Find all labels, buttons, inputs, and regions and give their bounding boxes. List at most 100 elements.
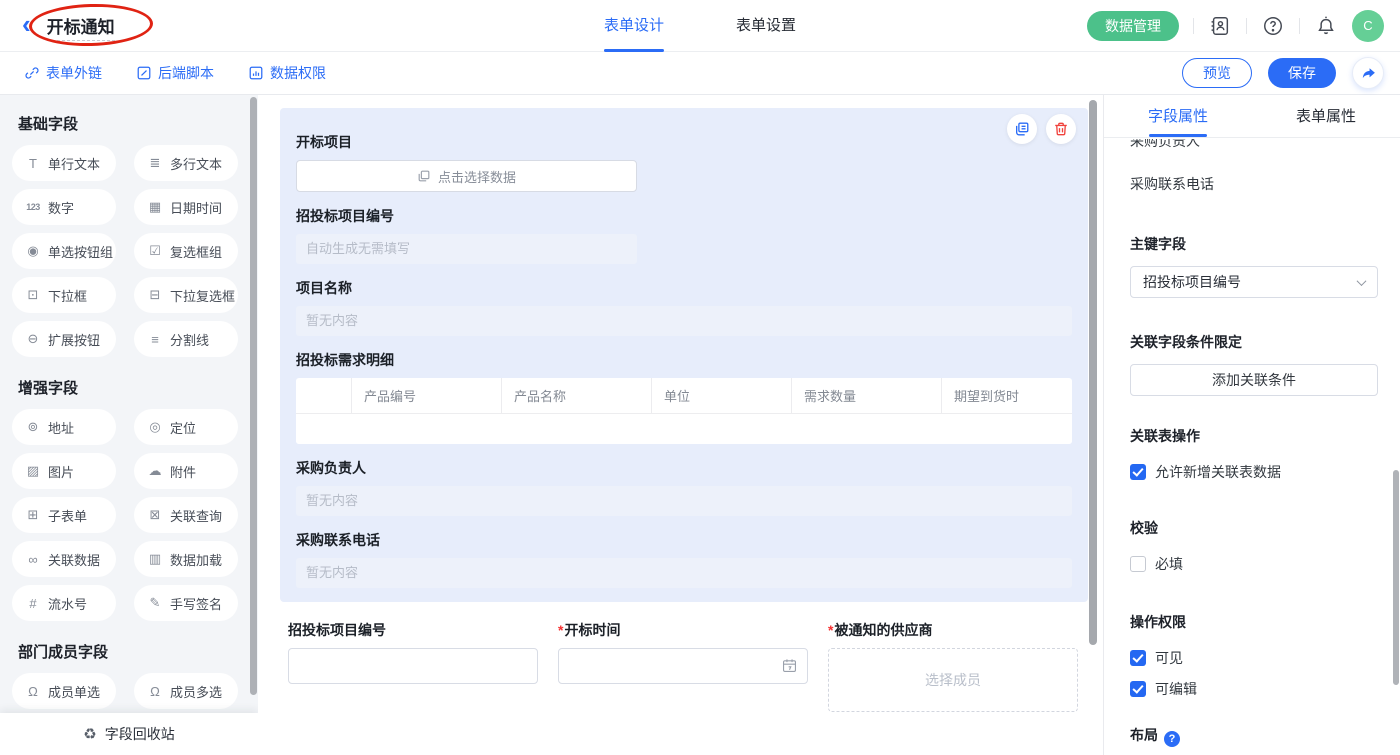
checkbox-checked-icon[interactable] <box>1130 650 1146 666</box>
field-multi-line-text[interactable]: ≣多行文本 <box>134 145 238 181</box>
checkbox-checked-icon[interactable] <box>1130 464 1146 480</box>
field-divider[interactable]: ≡分割线 <box>134 321 238 357</box>
tab-form-settings[interactable]: 表单设置 <box>736 0 796 52</box>
tab-field-properties[interactable]: 字段属性 <box>1104 95 1252 137</box>
field-input-project-name[interactable]: 暂无内容 <box>296 306 1072 336</box>
signature-pen-icon: ✎ <box>147 595 163 611</box>
editable-checkbox[interactable]: 可编辑 <box>1130 679 1378 699</box>
table-header-cell: 产品名称 <box>502 378 652 413</box>
field-attachment[interactable]: ☁附件 <box>134 453 238 489</box>
tab-form-properties[interactable]: 表单属性 <box>1252 95 1400 137</box>
field-input-project-code[interactable]: 自动生成无需填写 <box>296 234 637 264</box>
checkbox-unchecked-icon[interactable] <box>1130 556 1146 572</box>
preview-button[interactable]: 预览 <box>1182 58 1252 88</box>
calendar-icon <box>781 657 798 674</box>
visible-checkbox[interactable]: 可见 <box>1130 648 1378 668</box>
external-link-button[interactable]: 表单外链 <box>24 63 102 83</box>
field-label: 采购负责人 <box>296 458 1072 478</box>
field-list-item[interactable]: 采购联系电话 <box>1130 174 1378 194</box>
script-icon <box>136 65 152 81</box>
field-datetime[interactable]: ▦日期时间 <box>134 189 238 225</box>
extend-button-icon: ⊖ <box>25 331 41 347</box>
field-single-line-text[interactable]: T单行文本 <box>12 145 116 181</box>
recycle-icon: ♻ <box>83 725 96 743</box>
help-icon[interactable] <box>1261 14 1285 38</box>
field-number[interactable]: 123数字 <box>12 189 116 225</box>
table-header-cell: 需求数量 <box>792 378 942 413</box>
trash-icon <box>1053 121 1069 137</box>
field-member-single[interactable]: Ω成员单选 <box>12 673 116 709</box>
field-multi-select[interactable]: ⊟下拉复选框 <box>134 277 238 313</box>
field-checkbox-group[interactable]: ☑复选框组 <box>134 233 238 269</box>
field-signature[interactable]: ✎手写签名 <box>134 585 238 621</box>
field-serial-number[interactable]: #流水号 <box>12 585 116 621</box>
allow-add-relation-data-checkbox[interactable]: 允许新增关联表数据 <box>1130 462 1378 482</box>
field-select[interactable]: ⊡下拉框 <box>12 277 116 313</box>
add-relation-condition-button[interactable]: 添加关联条件 <box>1130 364 1378 396</box>
attachment-cloud-icon: ☁ <box>147 463 163 479</box>
contacts-book-icon[interactable] <box>1208 14 1232 38</box>
divider <box>1299 18 1300 34</box>
data-permission-button[interactable]: 数据权限 <box>248 63 326 83</box>
backend-script-label: 后端脚本 <box>158 63 214 83</box>
field-radio-group[interactable]: ◉单选按钮组 <box>12 233 116 269</box>
field-relation-data[interactable]: ∞关联数据 <box>12 541 116 577</box>
delete-field-button[interactable] <box>1046 114 1076 144</box>
date-input[interactable] <box>558 648 808 684</box>
field-data-load[interactable]: ▥数据加载 <box>134 541 238 577</box>
field-location[interactable]: ◎定位 <box>134 409 238 445</box>
canvas-scrollbar-thumb[interactable] <box>1089 100 1097 645</box>
bell-icon[interactable] <box>1314 14 1338 38</box>
duplicate-field-button[interactable] <box>1007 114 1037 144</box>
back-icon[interactable]: ‹ <box>22 13 31 35</box>
header-tabs: 表单设计 表单设置 <box>604 0 796 52</box>
table-header-cell: 单位 <box>652 378 792 413</box>
recycle-bin-label: 字段回收站 <box>105 724 175 744</box>
field-address[interactable]: ⊚地址 <box>12 409 116 445</box>
share-arrow-icon <box>1360 65 1377 82</box>
field-notified-suppliers[interactable]: *被通知的供应商 选择成员 <box>828 620 1078 712</box>
field-input-purchase-owner[interactable]: 暂无内容 <box>296 486 1072 516</box>
sidebar-scrollbar-thumb[interactable] <box>250 97 257 695</box>
required-checkbox[interactable]: 必填 <box>1130 554 1378 574</box>
field-open-bid-time[interactable]: *开标时间 <box>558 620 808 712</box>
detail-subtable[interactable]: 产品编号 产品名称 单位 需求数量 期望到货时 <box>296 378 1072 444</box>
copy-icon <box>1014 121 1030 137</box>
section-title-enhanced-fields: 增强字段 <box>18 377 258 398</box>
avatar[interactable]: C <box>1352 10 1384 42</box>
select-icon: ⊡ <box>25 287 41 303</box>
panel-scrollbar-thumb[interactable] <box>1393 470 1399 685</box>
table-header-cell: 期望到货时 <box>942 378 1072 413</box>
text-input[interactable] <box>288 648 538 684</box>
field-extend-button[interactable]: ⊖扩展按钮 <box>12 321 116 357</box>
tab-form-design[interactable]: 表单设计 <box>604 0 664 52</box>
field-list-item-clipped[interactable]: 采购负责人 <box>1130 139 1378 150</box>
primary-key-select[interactable]: 招投标项目编号 <box>1130 266 1378 298</box>
field-recycle-bin[interactable]: ♻ 字段回收站 <box>0 713 258 755</box>
data-manage-button[interactable]: 数据管理 <box>1087 11 1179 41</box>
form-title-wrap[interactable]: 开标通知 <box>41 9 121 42</box>
field-label: 项目名称 <box>296 278 1072 298</box>
checkbox-checked-icon[interactable] <box>1130 681 1146 697</box>
person-icon: Ω <box>25 684 41 699</box>
field-label: 招投标项目编号 <box>296 206 1072 226</box>
field-input-contact-phone[interactable]: 暂无内容 <box>296 558 1072 588</box>
field-image[interactable]: ▨图片 <box>12 453 116 489</box>
select-member-box[interactable]: 选择成员 <box>828 648 1078 712</box>
form-toolbar: 表单外链 后端脚本 数据权限 预览 保存 <box>0 52 1400 95</box>
selected-field-group[interactable]: 开标项目 点击选择数据 招投标项目编号 自动生成无需填写 项目名称 暂无内容 招… <box>280 108 1088 602</box>
multi-line-text-icon: ≣ <box>147 155 163 171</box>
page-title[interactable]: 开标通知 <box>47 18 115 41</box>
field-palette-sidebar: 基础字段 T单行文本 ≣多行文本 123数字 ▦日期时间 ◉单选按钮组 ☑复选框… <box>0 95 258 755</box>
field-label: 招投标需求明细 <box>296 350 1072 370</box>
field-subform[interactable]: ⊞子表单 <box>12 497 116 533</box>
share-button[interactable] <box>1352 57 1384 89</box>
save-button[interactable]: 保存 <box>1268 58 1336 88</box>
backend-script-button[interactable]: 后端脚本 <box>136 63 214 83</box>
field-relation-query[interactable]: ⊠关联查询 <box>134 497 238 533</box>
field-bid-project-code[interactable]: 招投标项目编号 <box>288 620 538 712</box>
field-member-multi[interactable]: Ω成员多选 <box>134 673 238 709</box>
select-data-button[interactable]: 点击选择数据 <box>296 160 637 192</box>
table-header-cell <box>296 378 352 413</box>
layout-help-icon[interactable]: ? <box>1164 731 1180 747</box>
